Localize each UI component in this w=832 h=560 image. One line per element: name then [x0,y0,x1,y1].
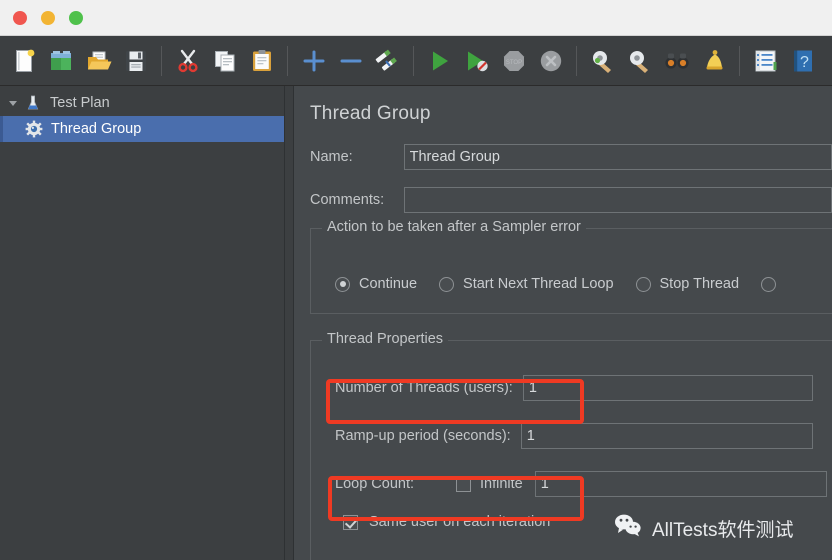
radio-continue-label: Continue [359,276,418,292]
toolbar-separator [413,45,414,76]
open-folder-icon[interactable] [80,41,117,81]
function-helper-icon[interactable] [747,41,784,81]
stop-icon[interactable]: STOP [495,41,532,81]
thread-properties-group-title: Thread Properties [322,331,449,347]
paste-clipboard-icon[interactable] [243,41,280,81]
start-play-icon[interactable] [421,41,458,81]
number-of-threads-row: Number of Threads (users): [311,375,832,401]
sampler-error-group-title: Action to be taken after a Sampler error [322,219,586,235]
window-titlebar [0,0,832,36]
copy-icon[interactable] [206,41,243,81]
loop-count-row: Loop Count: Infinite [311,471,832,497]
save-icon[interactable] [117,41,154,81]
toolbar-separator [739,45,740,76]
test-plan-icon [22,94,44,112]
main-toolbar: STOP ? [0,36,832,86]
same-user-checkbox[interactable] [343,514,358,530]
cut-scissors-icon[interactable] [169,41,206,81]
shutdown-icon[interactable] [532,41,569,81]
minus-icon[interactable] [332,41,369,81]
toggle-icon[interactable] [369,41,406,81]
ramp-up-label: Ramp-up period (seconds): [335,428,511,444]
comments-label: Comments: [310,192,385,208]
number-of-threads-input[interactable] [522,375,813,401]
tree-item-thread-group[interactable]: Thread Group [0,116,284,142]
radio-continue[interactable] [335,276,350,292]
start-no-pauses-icon[interactable] [458,41,495,81]
ramp-up-input[interactable] [520,423,813,449]
sampler-error-radio-group: Continue Start Next Thread Loop Stop Thr… [335,276,777,292]
jmeter-window: STOP ? Test Plan Thread Group Thread Gro… [0,0,832,560]
page-title: Thread Group [310,103,431,124]
radio-start-next-thread-loop[interactable] [439,276,455,292]
svg-text:?: ? [800,54,809,71]
clear-all-icon[interactable] [621,41,658,81]
tree-item-label: Test Plan [50,95,110,111]
ramp-up-row: Ramp-up period (seconds): [311,423,832,449]
loop-count-label: Loop Count: [335,476,415,492]
wechat-watermark: AllTests软件测试 [613,512,793,544]
chevron-down-icon[interactable] [4,97,22,109]
toolbar-separator [161,45,162,76]
comments-input[interactable] [403,187,832,213]
new-document-icon[interactable] [6,41,43,81]
tree-item-test-plan[interactable]: Test Plan [0,90,284,116]
pane-splitter[interactable] [284,86,294,560]
test-plan-tree[interactable]: Test Plan Thread Group [0,86,284,560]
thread-group-gear-icon [23,120,45,138]
same-user-label: Same user on each iteration [369,514,551,530]
thread-group-editor: Thread Group Name: Comments: Action to b… [294,86,832,560]
loop-count-input[interactable] [534,471,827,497]
close-window-button[interactable] [13,11,27,25]
watermark-text: AllTests软件测试 [652,519,794,541]
reset-search-icon[interactable] [695,41,732,81]
radio-start-next-thread-loop-label: Start Next Thread Loop [463,276,614,292]
help-icon[interactable]: ? [784,41,821,81]
maximize-window-button[interactable] [69,11,83,25]
name-input[interactable] [403,144,832,170]
minimize-window-button[interactable] [41,11,55,25]
name-label: Name: [310,149,353,165]
sampler-error-groupbox: Action to be taken after a Sampler error… [310,219,832,314]
radio-stop-thread[interactable] [635,276,651,292]
plus-icon[interactable] [295,41,332,81]
toolbar-separator [576,45,577,76]
clear-icon[interactable] [584,41,621,81]
tree-item-label: Thread Group [51,121,142,137]
comments-field-row: Comments: [294,187,832,213]
wechat-icon [613,512,643,544]
templates-icon[interactable] [43,41,80,81]
svg-text:STOP: STOP [505,60,521,66]
loop-count-infinite-checkbox[interactable] [456,476,472,492]
toolbar-separator [287,45,288,76]
name-field-row: Name: [294,144,832,170]
loop-count-infinite-label: Infinite [480,476,523,492]
search-binoculars-icon[interactable] [658,41,695,81]
radio-stop-test[interactable] [761,276,777,292]
radio-stop-thread-label: Stop Thread [659,276,740,292]
number-of-threads-label: Number of Threads (users): [335,380,513,396]
